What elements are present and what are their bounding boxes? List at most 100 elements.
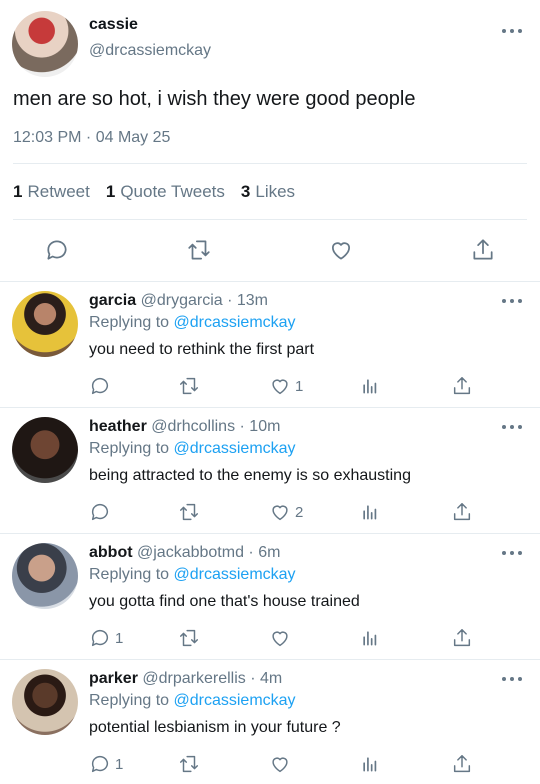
reply-time: · 4m [250, 670, 283, 687]
divider [13, 219, 527, 220]
more-icon[interactable] [502, 296, 522, 306]
analytics-icon [363, 631, 377, 646]
like-button[interactable]: 1 [269, 374, 303, 398]
mention-link[interactable]: @drcassiemckay [174, 440, 296, 457]
retweet-icon [180, 377, 198, 395]
retweet-icon[interactable] [184, 232, 214, 268]
more-icon[interactable] [502, 26, 522, 36]
retweet-button[interactable] [177, 500, 201, 524]
main-tweet: cassie @drcassiemckay men are so hot, i … [0, 0, 540, 282]
reply-header: garcia @drygarcia · 13m [89, 292, 268, 310]
reply-header: heather @drhcollins · 10m [89, 418, 280, 436]
avatar[interactable] [12, 543, 78, 609]
reply-text: potential lesbianism in your future ? [89, 719, 341, 736]
avatar[interactable] [12, 291, 78, 357]
mention-link[interactable]: @drcassiemckay [174, 314, 296, 331]
author-name[interactable]: abbot [89, 544, 133, 561]
replying-to: Replying to @drcassiemckay [89, 692, 296, 709]
reply-button[interactable] [89, 374, 115, 398]
replying-to: Replying to @drcassiemckay [89, 440, 296, 457]
author-handle[interactable]: @drcassiemckay [89, 42, 211, 60]
author-name[interactable]: garcia [89, 292, 136, 309]
like-button[interactable]: 2 [269, 500, 303, 524]
retweets-stat[interactable]: 1 Retweet [13, 182, 90, 202]
reply-button[interactable]: 1 [89, 752, 123, 776]
share-button[interactable] [451, 752, 473, 776]
more-icon[interactable] [502, 674, 522, 684]
mention-link[interactable]: @drcassiemckay [174, 692, 296, 709]
like-count: 1 [295, 377, 304, 395]
author-handle[interactable]: @drhcollins [151, 418, 235, 435]
reply-icon [91, 377, 109, 395]
analytics-button[interactable] [360, 374, 380, 398]
reply-actions: 1 [89, 626, 489, 650]
analytics-icon [363, 379, 377, 394]
share-icon[interactable] [468, 232, 498, 268]
reply-button[interactable] [89, 500, 115, 524]
analytics-icon [363, 757, 377, 772]
reply-icon [91, 629, 109, 647]
divider [13, 163, 527, 164]
tweet-timestamp[interactable]: 12:03 PM · 04 May 25 [13, 129, 170, 147]
avatar[interactable] [12, 11, 78, 77]
reply-text: you gotta find one that's house trained [89, 593, 360, 610]
mention-link[interactable]: @drcassiemckay [174, 566, 296, 583]
reply-time: · 13m [227, 292, 268, 309]
reply-text: being attracted to the enemy is so exhau… [89, 467, 411, 484]
reply-header: abbot @jackabbotmd · 6m [89, 544, 280, 562]
author-handle[interactable]: @jackabbotmd [137, 544, 244, 561]
retweet-button[interactable] [177, 626, 201, 650]
tweet-actions [0, 232, 540, 268]
reply-time: · 6m [248, 544, 281, 561]
heart-icon [272, 379, 288, 395]
analytics-button[interactable] [360, 626, 380, 650]
author-handle[interactable]: @drparkerellis [142, 670, 245, 687]
share-icon [453, 503, 471, 521]
retweet-icon [180, 629, 198, 647]
replying-to: Replying to @drcassiemckay [89, 314, 296, 331]
share-icon [453, 755, 471, 773]
reply-tweet[interactable]: garcia @drygarcia · 13m Replying to @drc… [0, 282, 540, 408]
reply-actions: 2 [89, 500, 489, 524]
author-name[interactable]: cassie [89, 16, 138, 34]
retweet-button[interactable] [177, 374, 201, 398]
share-button[interactable] [451, 626, 473, 650]
likes-stat[interactable]: 3 Likes [241, 182, 295, 202]
reply-tweet[interactable]: heather @drhcollins · 10m Replying to @d… [0, 408, 540, 534]
reply-tweet[interactable]: abbot @jackabbotmd · 6m Replying to @drc… [0, 534, 540, 660]
share-button[interactable] [451, 500, 473, 524]
quotes-stat[interactable]: 1 Quote Tweets [106, 182, 225, 202]
reply-header: parker @drparkerellis · 4m [89, 670, 282, 688]
reply-tweet[interactable]: parker @drparkerellis · 4m Replying to @… [0, 660, 540, 784]
tweet-stats: 1 Retweet 1 Quote Tweets 3 Likes [13, 182, 295, 202]
analytics-button[interactable] [360, 752, 380, 776]
like-button[interactable] [269, 626, 295, 650]
more-icon[interactable] [502, 422, 522, 432]
heart-icon [272, 631, 288, 647]
more-icon[interactable] [502, 548, 522, 558]
analytics-icon [363, 505, 377, 520]
share-icon [453, 629, 471, 647]
heart-icon [272, 757, 288, 773]
retweet-button[interactable] [177, 752, 201, 776]
reply-actions: 1 [89, 752, 489, 776]
like-button[interactable] [269, 752, 295, 776]
author-name[interactable]: heather [89, 418, 147, 435]
reply-text: you need to rethink the first part [89, 341, 315, 358]
reply-icon [91, 755, 109, 773]
retweet-icon [180, 503, 198, 521]
author-handle[interactable]: @drygarcia [141, 292, 223, 309]
retweet-icon [180, 755, 198, 773]
reply-count: 1 [115, 629, 124, 647]
author-name[interactable]: parker [89, 670, 138, 687]
share-button[interactable] [451, 374, 473, 398]
reply-button[interactable]: 1 [89, 626, 123, 650]
reply-icon[interactable] [42, 232, 72, 268]
reply-actions: 1 [89, 374, 489, 398]
analytics-button[interactable] [360, 500, 380, 524]
heart-icon[interactable] [326, 232, 356, 268]
like-count: 2 [295, 503, 304, 521]
avatar[interactable] [12, 417, 78, 483]
tweet-text: men are so hot, i wish they were good pe… [13, 88, 416, 110]
avatar[interactable] [12, 669, 78, 735]
